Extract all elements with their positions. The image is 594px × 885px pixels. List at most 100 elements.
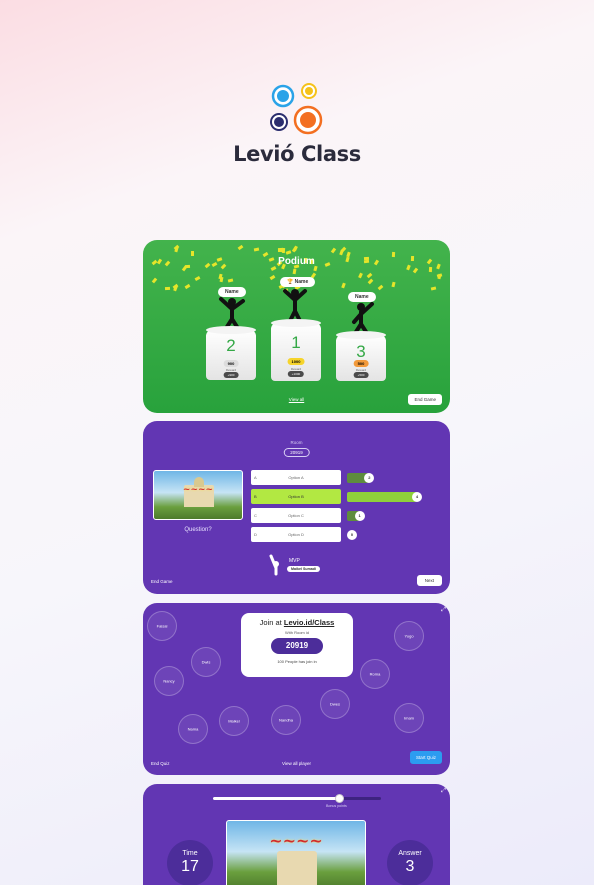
confetti-piece <box>430 286 437 291</box>
expand-icon[interactable]: ⤢ <box>441 788 446 795</box>
player-bubble: Dwis <box>191 647 221 677</box>
bonus-progress-bar <box>213 794 381 803</box>
player-name: Dwes <box>329 701 340 707</box>
player-bubble: Nandha <box>271 705 301 735</box>
answer-count: 4 <box>412 492 422 502</box>
confetti-piece <box>412 267 418 274</box>
player-name: Imam <box>404 715 414 721</box>
player-bubble: Yugo <box>394 621 424 651</box>
confetti-piece <box>152 277 158 284</box>
room-label: Room <box>290 440 303 445</box>
answer-counter: Answer 3 <box>387 840 433 885</box>
progress-knob <box>335 794 344 803</box>
player-bubble: Nancy <box>154 666 184 696</box>
podium-score-3: 500 <box>353 360 369 367</box>
view-all-link[interactable]: View all <box>143 397 450 402</box>
end-game-link[interactable]: End Game <box>151 579 173 584</box>
podium-rank-3: 3 <box>356 342 366 361</box>
podium-rank-2: 2 <box>226 336 236 355</box>
confetti-piece <box>219 277 224 283</box>
player-bubble: Roma <box>360 659 390 689</box>
player-bubble: Maikel <box>219 706 249 736</box>
join-url-link[interactable]: Levio.id/Class <box>284 618 334 627</box>
confetti-piece <box>228 278 234 284</box>
podium-score-1: 1000 <box>287 358 305 365</box>
player-bubble: Dwes <box>320 689 350 719</box>
podium-name-2: Name <box>218 287 246 297</box>
start-quiz-button[interactable]: Start Quiz <box>409 751 442 764</box>
player-name: Maikel <box>228 718 240 724</box>
answer-bar <box>347 492 417 502</box>
option-b-correct: B Option B <box>251 489 341 504</box>
confetti-piece <box>270 266 276 272</box>
confetti-piece <box>339 249 345 256</box>
reward-coin-1: +1000 <box>287 371 305 377</box>
reward-coin-3: +500 <box>353 372 369 378</box>
join-panel: Join at Levio.id/Class With Room id 2091… <box>241 613 353 677</box>
player-name: Roma <box>369 671 381 677</box>
podium-pillar-3: 3 500 Reward +500 <box>336 331 386 381</box>
confetti-piece <box>173 285 178 292</box>
confetti-piece <box>377 284 384 291</box>
joined-count: 100 People has join in <box>277 659 317 664</box>
confetti-piece <box>291 246 297 253</box>
answer-count: 1 <box>354 511 365 521</box>
option-text: Option B <box>288 494 304 499</box>
play-card: ⤢ Bonus points Time 17 Answer 3 ~~~~ <box>143 784 450 885</box>
option-a: A Option A <box>251 470 341 485</box>
option-c: C Option C <box>251 508 341 523</box>
podium-name-1-text: Name <box>294 279 309 285</box>
option-d: D Option D <box>251 527 341 542</box>
brand-header: Levió Class <box>0 82 594 166</box>
player-bubble: Faisal <box>147 611 177 641</box>
view-all-players-link[interactable]: View all player <box>143 761 450 766</box>
confetti-piece <box>367 278 374 285</box>
player-bubble: Imam <box>394 703 424 733</box>
podium-score-2: 900 <box>223 360 239 367</box>
player-name: Faisal <box>156 623 168 629</box>
join-title: Join at Levio.id/Class <box>241 618 353 627</box>
answer-value: 3 <box>405 858 415 875</box>
question-image: ~~~~ <box>153 470 243 520</box>
confetti-piece <box>253 248 260 252</box>
expand-icon[interactable]: ⤢ <box>441 607 446 614</box>
player-name: Dwis <box>201 659 211 665</box>
player-name: Nama <box>187 726 199 732</box>
quiz-results-card: Room 20919 ~~~~ Question? A Option A B O… <box>143 421 450 594</box>
confetti-piece <box>194 275 201 281</box>
room-id-caption: With Room id <box>284 630 309 635</box>
podium-pillar-1: 1 1000 Reward +1000 <box>271 319 321 381</box>
confetti-piece <box>341 282 347 289</box>
podium-name-1: 🏆 Name <box>280 277 316 287</box>
confetti-piece <box>184 284 191 290</box>
bonus-points-label: Bonus points <box>326 804 347 808</box>
confetti-piece <box>366 272 373 279</box>
lobby-card: ⤢ Faisal Yugo Dwis Roma Nancy Dwes Maike… <box>143 603 450 775</box>
question-image: ~~~~ <box>226 820 366 885</box>
podium-rank-1: 1 <box>291 333 301 352</box>
mvp-name: Maikel Sumadi <box>287 566 320 572</box>
confetti-piece <box>269 274 275 280</box>
confetti-piece <box>330 247 337 254</box>
podium-pillar-2: 2 900 Reward +900 <box>206 326 256 380</box>
option-text: Option A <box>288 475 304 480</box>
podium-card: Podium Name 2 900 Reward +900 🏆 Name 1 1… <box>143 240 450 413</box>
brand-name: Levió Class <box>233 142 361 166</box>
option-text: Option C <box>288 513 304 518</box>
progress-fill <box>213 797 339 800</box>
next-button[interactable]: Next <box>416 575 442 586</box>
confetti-piece <box>164 287 170 291</box>
player-name: Yugo <box>404 633 414 639</box>
join-prefix: Join at <box>259 618 282 627</box>
trophy-icon: 🏆 <box>287 279 294 285</box>
end-game-button[interactable]: End Game <box>408 394 442 405</box>
player-bubble: Nama <box>178 714 208 744</box>
room-id-badge: 20919 <box>283 448 310 457</box>
confetti-piece <box>292 269 297 275</box>
podium-title: Podium <box>278 256 315 267</box>
confetti-piece <box>174 246 179 253</box>
player-name: Nancy <box>163 678 175 684</box>
confetti-piece <box>237 245 244 251</box>
answer-label: Answer <box>398 850 422 857</box>
podium-name-3: Name <box>348 292 376 302</box>
